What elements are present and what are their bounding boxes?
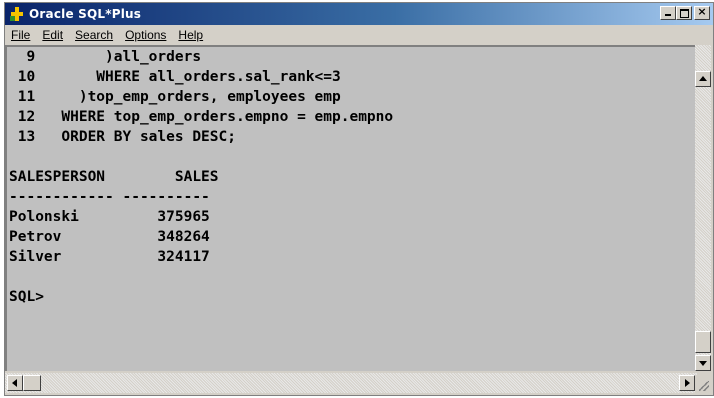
console-line: ------------ ---------- xyxy=(9,189,210,205)
console-line: 10 WHERE all_orders.sal_rank<=3 xyxy=(9,69,341,85)
resize-grip-icon[interactable] xyxy=(695,375,711,393)
console-line: 11 )top_emp_orders, employees emp xyxy=(9,89,341,105)
close-button[interactable]: × xyxy=(694,5,710,20)
console-line: 13 ORDER BY sales DESC; xyxy=(9,129,236,145)
sqlplus-window: Oracle SQL*Plus × File Edit Search Optio… xyxy=(4,2,714,396)
minimize-icon xyxy=(665,14,671,16)
menu-search[interactable]: Search xyxy=(69,28,119,42)
console-text: 9 )all_orders 10 WHERE all_orders.sal_ra… xyxy=(9,47,393,307)
console-line: 9 )all_orders xyxy=(9,49,202,65)
title-bar[interactable]: Oracle SQL*Plus × xyxy=(5,3,713,25)
scroll-up-button[interactable] xyxy=(695,71,711,87)
menu-options[interactable]: Options xyxy=(119,28,172,42)
scroll-right-button[interactable] xyxy=(679,375,695,391)
arrow-up-icon xyxy=(699,76,707,81)
console-line: SALESPERSON SALES xyxy=(9,169,219,185)
arrow-left-icon xyxy=(12,379,17,387)
menu-edit[interactable]: Edit xyxy=(36,28,69,42)
console-output[interactable]: 9 )all_orders 10 WHERE all_orders.sal_ra… xyxy=(5,45,697,371)
close-icon: × xyxy=(697,5,707,18)
arrow-down-icon xyxy=(699,361,707,366)
console-line: Petrov 348264 xyxy=(9,229,210,245)
menu-file-label: File xyxy=(11,28,31,42)
scroll-down-button[interactable] xyxy=(695,355,711,371)
horizontal-scroll-thumb[interactable] xyxy=(23,375,41,391)
console-line: 12 WHERE top_emp_orders.empno = emp.empn… xyxy=(9,109,394,125)
maximize-icon xyxy=(680,9,689,18)
vertical-scrollbar[interactable] xyxy=(695,45,711,371)
menu-file[interactable]: File xyxy=(5,28,36,42)
console-line: Silver 324117 xyxy=(9,249,210,265)
vertical-scroll-thumb[interactable] xyxy=(695,331,711,353)
console-line: Polonski 375965 xyxy=(9,209,210,225)
menu-edit-label: Edit xyxy=(42,28,64,42)
menu-help[interactable]: Help xyxy=(172,28,209,42)
window-controls: × xyxy=(660,5,710,20)
arrow-right-icon xyxy=(685,379,690,387)
menu-options-label: Options xyxy=(125,28,167,42)
sql-prompt: SQL> xyxy=(9,289,44,305)
window-title: Oracle SQL*Plus xyxy=(29,7,142,21)
maximize-button[interactable] xyxy=(676,6,692,20)
menu-help-label: Help xyxy=(178,28,204,42)
scroll-left-button[interactable] xyxy=(7,375,23,391)
menu-bar: File Edit Search Options Help xyxy=(5,25,713,45)
menu-search-label: Search xyxy=(75,28,114,42)
oracle-app-icon[interactable] xyxy=(9,6,25,22)
horizontal-scrollbar[interactable] xyxy=(5,373,697,393)
minimize-button[interactable] xyxy=(660,6,676,20)
